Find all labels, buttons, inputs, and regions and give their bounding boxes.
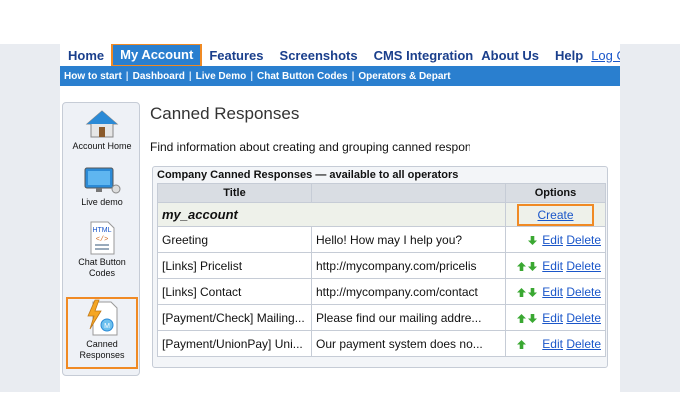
sidebar: Account Home Live demo HTML </> Chat But…	[62, 102, 140, 376]
group-name: my_account	[157, 202, 506, 227]
nav-about-us[interactable]: About Us	[481, 48, 547, 63]
row-options: Edit Delete	[505, 330, 606, 357]
table-row: [Links] Contact http://mycompany.com/cont…	[157, 278, 606, 305]
nav-screenshots[interactable]: Screenshots	[272, 48, 366, 63]
move-down-icon[interactable]	[527, 233, 539, 247]
table-row: [Payment/UnionPay] Uni... Our payment sys…	[157, 330, 606, 357]
nav-cms-integration[interactable]: CMS Integration	[366, 48, 482, 63]
sidebar-item-chat-button-codes[interactable]: HTML </> Chat Button Codes	[63, 221, 141, 283]
response-title[interactable]: [Payment/Check] Mailing...	[157, 304, 312, 331]
house-icon	[85, 110, 119, 141]
delete-link[interactable]: Delete	[566, 311, 601, 325]
main-content: Canned Responses Find information about …	[150, 104, 620, 154]
sub-navigation: How to start | Dashboard | Live Demo | C…	[60, 66, 620, 86]
table-row: Greeting Hello! How may I help you? Edit …	[157, 226, 606, 253]
response-title[interactable]: [Links] Pricelist	[157, 252, 312, 279]
move-up-icon[interactable]	[516, 285, 528, 299]
sidebar-item-label: Chat Button Codes	[78, 257, 126, 278]
subnav-dashboard[interactable]: Dashboard	[129, 71, 189, 82]
monitor-icon	[82, 167, 122, 197]
nav-home[interactable]: Home	[60, 48, 112, 63]
page-title: Canned Responses	[150, 104, 300, 123]
response-title[interactable]: [Links] Contact	[157, 278, 312, 305]
move-up-icon[interactable]	[516, 259, 528, 273]
delete-link[interactable]: Delete	[566, 337, 601, 351]
edit-link[interactable]: Edit	[542, 311, 563, 325]
subnav-operators[interactable]: Operators & Depart	[354, 71, 454, 82]
response-title[interactable]: Greeting	[157, 226, 312, 253]
move-down-icon[interactable]	[527, 311, 539, 325]
response-text: Our payment system does no...	[311, 330, 506, 357]
intro-text: Find information about creating and grou…	[150, 140, 470, 154]
subnav-live-demo[interactable]: Live Demo	[192, 71, 251, 82]
canned-responses-panel: Company Canned Responses — available to …	[152, 166, 608, 368]
response-title[interactable]: [Payment/UnionPay] Uni...	[157, 330, 312, 357]
lightning-document-icon: M	[85, 299, 119, 339]
sidebar-item-label: Live demo	[81, 197, 123, 207]
canned-responses-table: Title Options my_account Create Greeting…	[157, 183, 606, 357]
svg-text:</>: </>	[96, 236, 109, 244]
svg-text:HTML: HTML	[92, 227, 111, 234]
response-text: Hello! How may I help you?	[311, 226, 506, 253]
subnav-chat-button-codes[interactable]: Chat Button Codes	[253, 71, 352, 82]
edit-link[interactable]: Edit	[542, 285, 563, 299]
move-up-icon[interactable]	[516, 311, 528, 325]
delete-link[interactable]: Delete	[566, 259, 601, 273]
bottom-margin	[0, 392, 680, 414]
row-options: Edit Delete	[505, 278, 606, 305]
response-text: http://mycompany.com/contact	[311, 278, 506, 305]
app-window: Home My Account Features Screenshots CMS…	[60, 44, 620, 392]
sidebar-item-label: Canned Responses	[79, 339, 125, 360]
html-file-icon: HTML </>	[88, 221, 116, 257]
sidebar-item-canned-responses[interactable]: M Canned Responses	[66, 297, 138, 369]
svg-text:M: M	[104, 323, 110, 330]
row-options: Edit Delete	[505, 226, 606, 253]
delete-link[interactable]: Delete	[566, 285, 601, 299]
edit-link[interactable]: Edit	[542, 259, 563, 273]
response-text: Please find our mailing addre...	[311, 304, 506, 331]
panel-header: Company Canned Responses — available to …	[157, 169, 459, 181]
nav-help[interactable]: Help	[547, 48, 591, 63]
sidebar-item-live-demo[interactable]: Live demo	[63, 165, 141, 213]
row-options: Edit Delete	[505, 304, 606, 331]
nav-my-account[interactable]: My Account	[111, 44, 203, 67]
nav-features[interactable]: Features	[201, 48, 271, 63]
top-navigation: Home My Account Features Screenshots CMS…	[60, 44, 620, 67]
move-down-icon[interactable]	[527, 259, 539, 273]
move-down-icon[interactable]	[527, 285, 539, 299]
row-options: Edit Delete	[505, 252, 606, 279]
sidebar-item-account-home[interactable]: Account Home	[63, 109, 141, 159]
sidebar-item-label: Account Home	[72, 141, 132, 151]
right-margin	[620, 44, 680, 392]
left-margin	[0, 44, 60, 392]
top-margin	[0, 0, 680, 44]
subnav-how-to-start[interactable]: How to start	[60, 71, 126, 82]
move-up-icon[interactable]	[516, 337, 528, 351]
column-header-options: Options	[505, 183, 606, 203]
group-row: my_account Create	[157, 202, 606, 227]
nav-logout[interactable]: Log Out	[591, 48, 620, 63]
response-text: http://mycompany.com/pricelis	[311, 252, 506, 279]
column-header-text	[311, 183, 506, 203]
edit-link[interactable]: Edit	[542, 233, 563, 247]
table-row: [Links] Pricelist http://mycompany.com/pr…	[157, 252, 606, 279]
edit-link[interactable]: Edit	[542, 337, 563, 351]
create-button[interactable]: Create	[517, 203, 594, 226]
delete-link[interactable]: Delete	[566, 233, 601, 247]
column-header-title: Title	[157, 183, 312, 203]
table-row: [Payment/Check] Mailing... Please find ou…	[157, 304, 606, 331]
